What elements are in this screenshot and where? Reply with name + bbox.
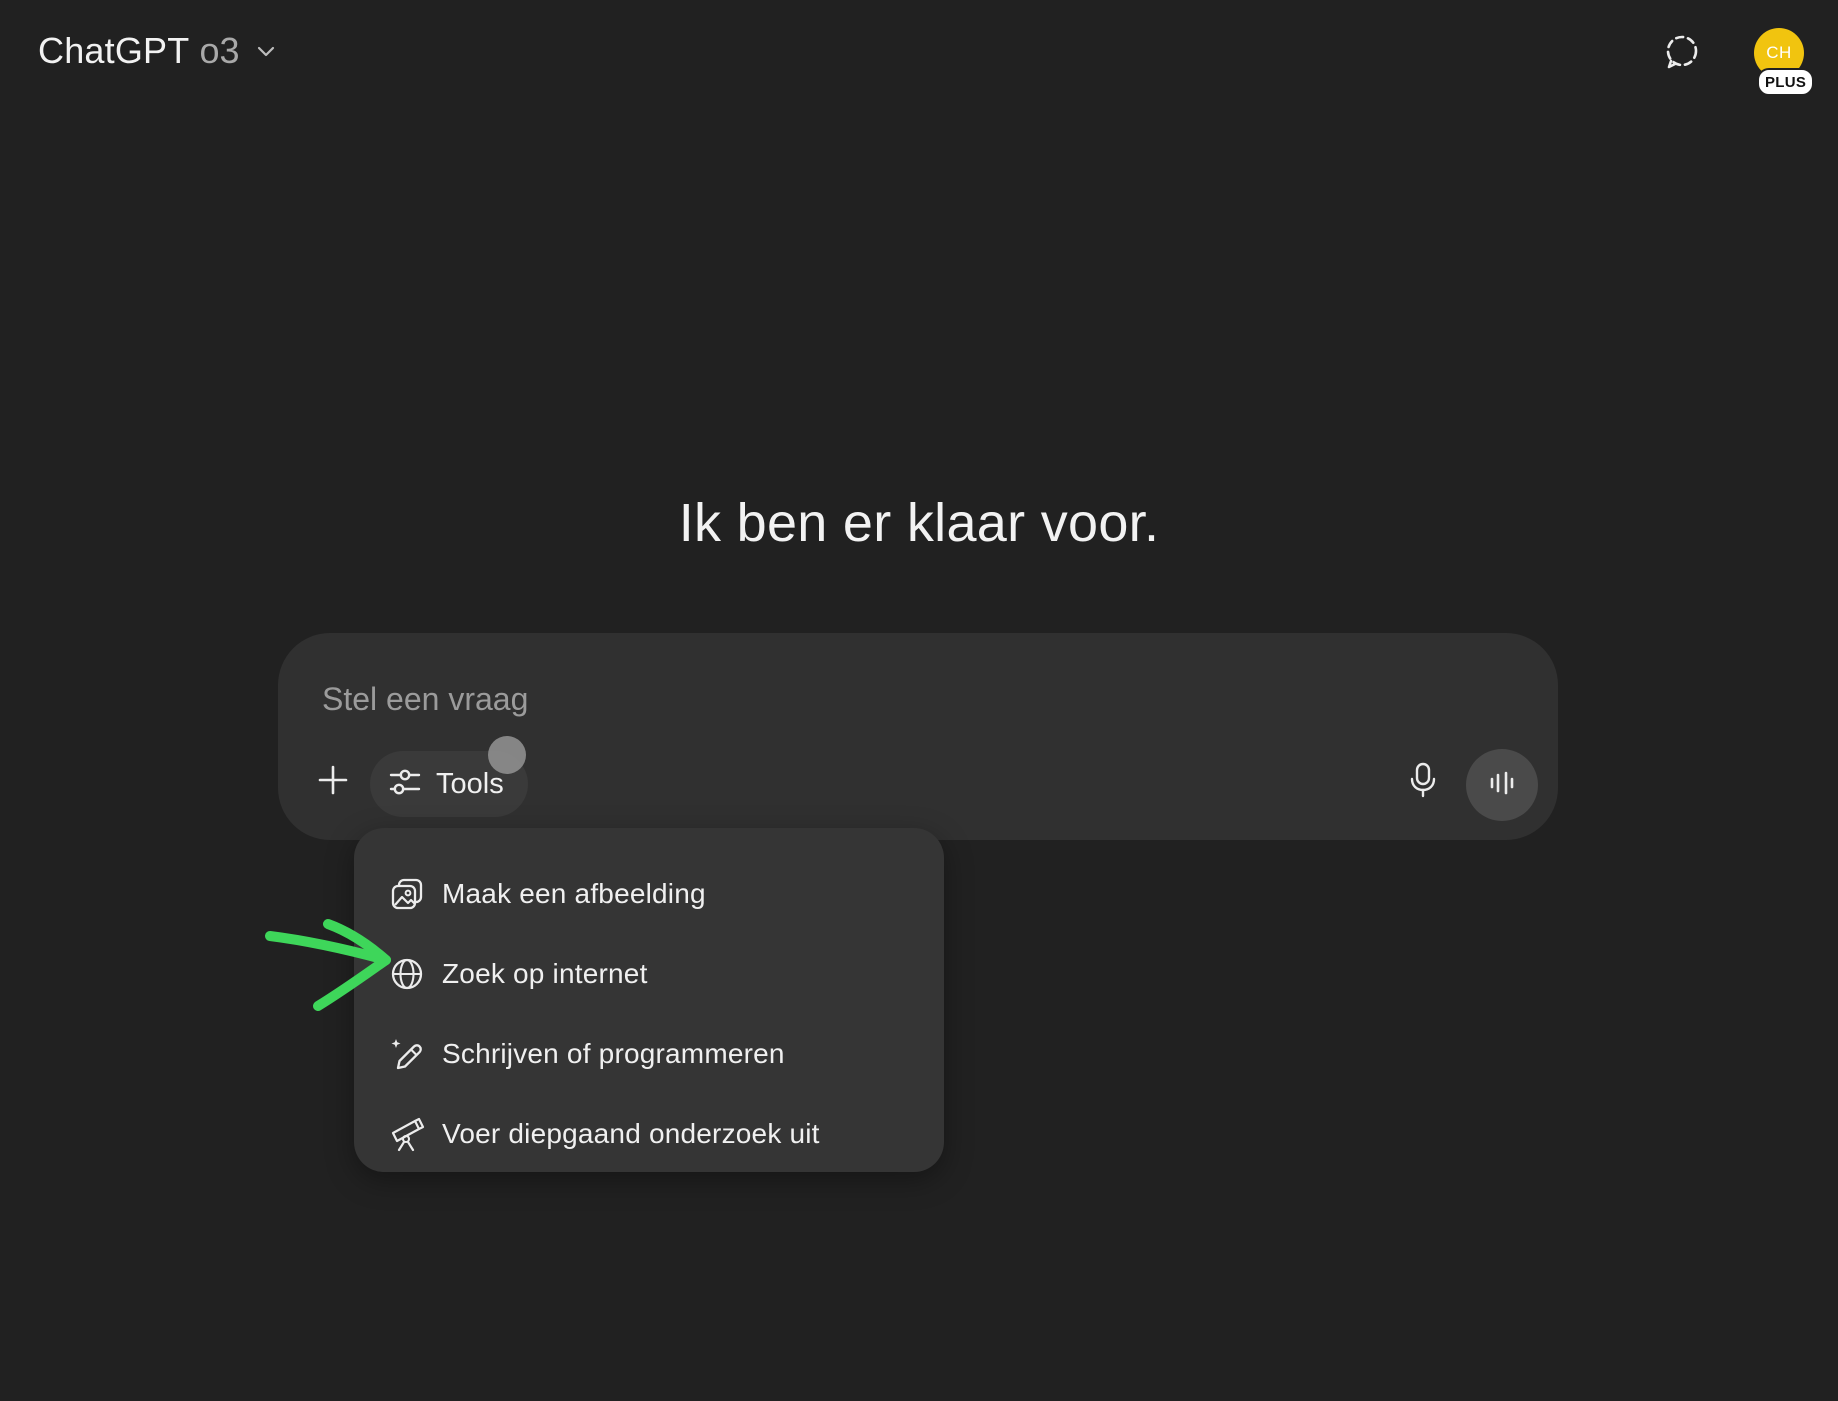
- menu-item-create-image[interactable]: Maak een afbeelding: [354, 854, 944, 934]
- prompt-input[interactable]: [320, 673, 1504, 725]
- image-icon: [388, 875, 426, 913]
- tools-label: Tools: [436, 767, 504, 800]
- pen-sparkle-icon: [388, 1035, 426, 1073]
- menu-item-label: Zoek op internet: [442, 958, 648, 989]
- menu-item-label: Voer diepgaand onderzoek uit: [442, 1118, 820, 1149]
- dictate-button[interactable]: [1392, 751, 1454, 813]
- top-header: ChatGPT o3 CH PLUS: [0, 0, 1838, 104]
- plan-badge: PLUS: [1757, 68, 1815, 96]
- telescope-icon: [388, 1115, 426, 1153]
- tools-menu: Maak een afbeelding Zoek op internet Sch…: [354, 828, 944, 1172]
- menu-item-label: Maak een afbeelding: [442, 878, 706, 909]
- plus-icon: [316, 763, 350, 802]
- menu-item-label: Schrijven of programmeren: [442, 1038, 785, 1069]
- chatgpt-page: ChatGPT o3 CH PLUS Ik ben er klaar voor.: [0, 0, 1838, 1401]
- model-switcher-button[interactable]: ChatGPT o3: [28, 22, 290, 80]
- dashed-chat-bubble-icon: [1662, 32, 1702, 77]
- app-name: ChatGPT: [38, 30, 190, 71]
- profile-button[interactable]: CH PLUS: [1750, 26, 1815, 98]
- menu-item-write-code[interactable]: Schrijven of programmeren: [354, 1014, 944, 1094]
- annotation-arrow: [265, 919, 391, 1011]
- model-name: o3: [199, 30, 240, 71]
- voice-mode-button[interactable]: [1466, 749, 1538, 821]
- greeting-heading: Ik ben er klaar voor.: [678, 493, 1160, 553]
- touch-indicator: [488, 736, 526, 774]
- menu-item-search-web[interactable]: Zoek op internet: [354, 934, 944, 1014]
- chevron-down-icon: [252, 37, 280, 65]
- menu-item-deep-research[interactable]: Voer diepgaand onderzoek uit: [354, 1094, 944, 1174]
- voice-waveform-icon: [1486, 767, 1518, 804]
- sliders-icon: [388, 765, 422, 804]
- temporary-chat-button[interactable]: [1658, 30, 1706, 78]
- add-attachment-button[interactable]: [302, 751, 364, 813]
- composer: Tools: [278, 633, 1558, 840]
- microphone-icon: [1406, 761, 1440, 804]
